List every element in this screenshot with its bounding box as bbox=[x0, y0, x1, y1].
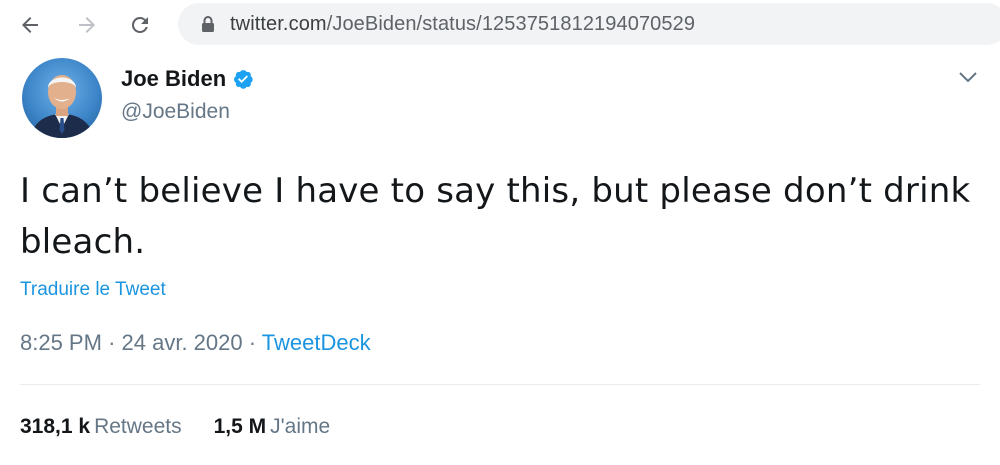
tweet-source-link[interactable]: TweetDeck bbox=[262, 330, 371, 355]
divider bbox=[20, 384, 980, 385]
retweets-count: 318,1 k bbox=[20, 415, 91, 438]
translate-tweet-link[interactable]: Traduire le Tweet bbox=[20, 279, 166, 301]
author-name[interactable]: Joe Biden bbox=[121, 66, 254, 92]
url-text: twitter.com/JoeBiden/status/125375181219… bbox=[230, 13, 695, 36]
meta-separator: · bbox=[248, 330, 257, 355]
address-bar[interactable]: twitter.com/JoeBiden/status/125375181219… bbox=[178, 3, 1000, 45]
url-path: /JoeBiden/status/1253751812194070529 bbox=[326, 12, 696, 35]
forward-button[interactable] bbox=[71, 9, 103, 41]
browser-toolbar: twitter.com/JoeBiden/status/125375181219… bbox=[0, 0, 1000, 50]
likes-count: 1,5 M bbox=[213, 415, 267, 438]
lock-icon bbox=[200, 14, 216, 34]
avatar[interactable] bbox=[22, 58, 102, 138]
tweet-date[interactable]: 24 avr. 2020 bbox=[122, 330, 243, 355]
meta-separator: · bbox=[108, 330, 116, 355]
reload-icon bbox=[131, 16, 148, 33]
back-button[interactable] bbox=[14, 9, 46, 41]
url-domain: twitter.com bbox=[230, 12, 327, 35]
author-handle[interactable]: @JoeBiden bbox=[121, 100, 230, 124]
tweet-text: I can’t believe I have to say this, but … bbox=[20, 171, 971, 262]
tweet-metadata: 8:25 PM · 24 avr. 2020 · TweetDeck bbox=[20, 330, 371, 356]
avatar-portrait bbox=[30, 75, 94, 138]
tweet-menu-button[interactable] bbox=[957, 66, 979, 88]
retweets-stat[interactable]: 318,1 k Retweets bbox=[20, 415, 182, 439]
retweets-label: Retweets bbox=[94, 415, 182, 438]
chevron-down-icon bbox=[959, 72, 977, 83]
reload-button[interactable] bbox=[124, 9, 156, 41]
tweet-time[interactable]: 8:25 PM bbox=[20, 330, 102, 355]
back-arrow-icon bbox=[22, 17, 38, 33]
forward-arrow-icon bbox=[79, 17, 95, 33]
verified-badge-icon bbox=[234, 70, 253, 89]
likes-stat[interactable]: 1,5 M J'aime bbox=[214, 415, 331, 439]
author-name-text: Joe Biden bbox=[121, 66, 227, 91]
tweet-stats: 318,1 k Retweets 1,5 M J'aime bbox=[20, 415, 330, 439]
likes-label: J'aime bbox=[270, 415, 331, 438]
